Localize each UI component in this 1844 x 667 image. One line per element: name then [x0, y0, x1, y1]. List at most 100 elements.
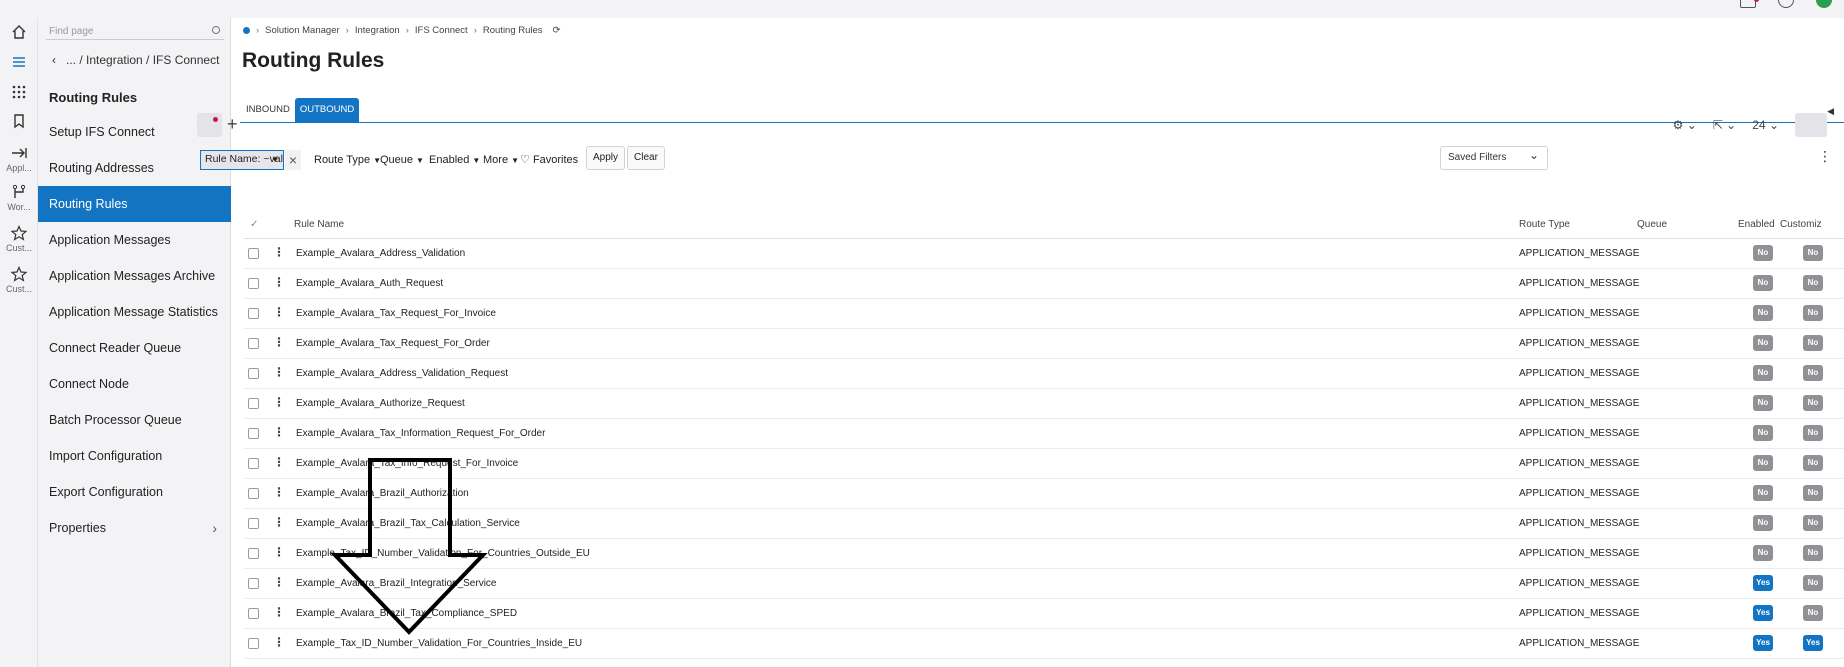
column-header-customized[interactable]: Customiz — [1780, 219, 1822, 230]
menu-icon[interactable] — [0, 54, 38, 70]
sidebar-item-application-message-statistics[interactable]: Application Message Statistics — [38, 294, 231, 330]
sidebar-item-properties[interactable]: Properties › — [38, 510, 231, 546]
rail-item-custom-2[interactable]: Cust... — [0, 266, 38, 294]
sidebar-item-import-configuration[interactable]: Import Configuration — [38, 438, 231, 474]
table-row[interactable]: ⋮ Example_Avalara_Tax_Request_For_Order AP… — [244, 329, 1844, 359]
table-row[interactable]: ⋮ Example_Avalara_Brazil_Authorization APP… — [244, 479, 1844, 509]
close-icon[interactable]: × — [285, 150, 301, 170]
table-row[interactable]: ⋮ Example_Tax_ID_Number_Validation_For_Co… — [244, 539, 1844, 569]
column-header-route-type[interactable]: Route Type — [1519, 219, 1570, 230]
row-menu-icon[interactable]: ⋮ — [273, 245, 285, 259]
rail-item-applications[interactable]: Appl... — [0, 145, 38, 173]
refresh-icon[interactable]: ⟳ — [553, 25, 561, 36]
more-filter[interactable]: More ▼ — [483, 150, 519, 170]
breadcrumb-item[interactable]: Solution Manager — [265, 25, 339, 36]
row-menu-icon[interactable]: ⋮ — [273, 545, 285, 559]
table-row[interactable]: ⋮ Example_Avalara_Address_Validation APPLI… — [244, 239, 1844, 269]
row-menu-icon[interactable]: ⋮ — [273, 425, 285, 439]
breadcrumb-item[interactable]: IFS Connect — [415, 25, 468, 36]
row-checkbox[interactable] — [248, 638, 259, 649]
row-menu-icon[interactable]: ⋮ — [273, 335, 285, 349]
sidebar-item-export-configuration[interactable]: Export Configuration — [38, 474, 231, 510]
table-row[interactable]: ⋮ Example_Avalara_Brazil_Integration_Serv… — [244, 569, 1844, 599]
route-type-cell: APPLICATION_MESSAGE — [1519, 368, 1640, 379]
row-checkbox[interactable] — [248, 488, 259, 499]
bookmark-icon[interactable] — [0, 113, 38, 129]
customized-badge: No — [1803, 485, 1823, 501]
row-checkbox[interactable] — [248, 248, 259, 259]
table-row[interactable]: ⋮ Example_Avalara_Tax_Info_Request_For_In… — [244, 449, 1844, 479]
breadcrumb-item[interactable]: Integration — [355, 25, 400, 36]
customized-badge: No — [1803, 335, 1823, 351]
route-type-filter[interactable]: Route Type ▼ — [314, 150, 381, 170]
table-row[interactable]: ⋮ Example_Avalara_Tax_Request_For_Invoice… — [244, 299, 1844, 329]
column-header-enabled[interactable]: Enabled — [1738, 219, 1775, 230]
table-row[interactable]: ⋮ Example_Avalara_Tax_Information_Request… — [244, 419, 1844, 449]
queue-filter[interactable]: Queue ▼ — [380, 150, 424, 170]
rule-name-filter-chip[interactable]: Rule Name: ~val — [200, 150, 284, 170]
sidebar-item-routing-rules[interactable]: Routing Rules — [38, 186, 231, 222]
sidebar-item-application-messages-archive[interactable]: Application Messages Archive — [38, 258, 231, 294]
apply-button[interactable]: Apply — [586, 146, 626, 170]
table-row[interactable]: ⋮ Example_Tax_ID_Number_Validation_For_Co… — [244, 629, 1844, 659]
row-menu-icon[interactable]: ⋮ — [273, 605, 285, 619]
rail-item-workflow[interactable]: Wor... — [0, 184, 38, 212]
sidebar-item-application-messages[interactable]: Application Messages — [38, 222, 231, 258]
select-all-check-icon[interactable]: ✓ — [250, 219, 258, 230]
row-menu-icon[interactable]: ⋮ — [273, 635, 285, 649]
filter-toggle-button[interactable] — [197, 113, 222, 137]
row-menu-icon[interactable]: ⋮ — [273, 365, 285, 379]
row-menu-icon[interactable]: ⋮ — [273, 305, 285, 319]
more-options-icon[interactable]: ⋮ — [1818, 148, 1832, 165]
back-link[interactable]: ‹ ... / Integration / IFS Connect — [52, 53, 219, 67]
row-menu-icon[interactable]: ⋮ — [273, 485, 285, 499]
row-checkbox[interactable] — [248, 578, 259, 589]
find-page-input[interactable]: Find page — [46, 24, 224, 40]
favorites-filter[interactable]: ♡ Favorites — [520, 150, 578, 170]
row-checkbox[interactable] — [248, 398, 259, 409]
row-checkbox[interactable] — [248, 548, 259, 559]
apps-grid-icon[interactable] — [0, 84, 38, 100]
column-header-queue[interactable]: Queue — [1637, 219, 1667, 230]
rail-item-custom-1[interactable]: Cust... — [0, 225, 38, 253]
table-row[interactable]: ⋮ Example_Avalara_Authorize_Request APPLIC… — [244, 389, 1844, 419]
home-dot-icon[interactable] — [243, 27, 250, 34]
settings-icon[interactable]: ⚙ ⌄ — [1673, 118, 1697, 132]
export-icon[interactable]: ⇱ ⌄ — [1713, 118, 1736, 132]
row-checkbox[interactable] — [248, 428, 259, 439]
row-checkbox[interactable] — [248, 278, 259, 289]
sidebar-item-connect-node[interactable]: Connect Node — [38, 366, 231, 402]
saved-filters-select[interactable]: Saved Filters — [1440, 144, 1548, 170]
add-icon[interactable]: + — [227, 114, 238, 135]
table-row[interactable]: ⋮ Example_Avalara_Brazil_Tax_Compliance_S… — [244, 599, 1844, 629]
row-menu-icon[interactable]: ⋮ — [273, 515, 285, 529]
row-checkbox[interactable] — [248, 458, 259, 469]
row-menu-icon[interactable]: ⋮ — [273, 275, 285, 289]
row-menu-icon[interactable]: ⋮ — [273, 455, 285, 469]
row-menu-icon[interactable]: ⋮ — [273, 575, 285, 589]
table-row[interactable]: ⋮ Example_Avalara_Address_Validation_Requ… — [244, 359, 1844, 389]
view-toggle-button[interactable] — [1795, 113, 1827, 137]
customized-badge: No — [1803, 425, 1823, 441]
home-icon[interactable] — [0, 24, 38, 40]
table-row[interactable]: ⋮ Example_Avalara_Brazil_Tax_Calculation_… — [244, 509, 1844, 539]
collapse-panel-icon[interactable]: ◀ — [1827, 106, 1834, 117]
row-checkbox[interactable] — [248, 608, 259, 619]
page-size-select[interactable]: 24 ⌄ — [1752, 118, 1779, 132]
row-checkbox[interactable] — [248, 338, 259, 349]
help-icon[interactable] — [1778, 0, 1794, 8]
notification-bell-icon[interactable] — [1740, 0, 1759, 8]
column-header-rule-name[interactable]: Rule Name — [294, 219, 344, 230]
row-checkbox[interactable] — [248, 518, 259, 529]
sidebar-item-batch-processor-queue[interactable]: Batch Processor Queue — [38, 402, 231, 438]
clear-button[interactable]: Clear — [627, 146, 665, 170]
table-row[interactable]: ⋮ Example_Avalara_Auth_Request APPLICATION… — [244, 269, 1844, 299]
row-checkbox[interactable] — [248, 368, 259, 379]
row-checkbox[interactable] — [248, 308, 259, 319]
row-menu-icon[interactable]: ⋮ — [273, 395, 285, 409]
breadcrumb: › Solution Manager › Integration › IFS C… — [243, 25, 561, 36]
avatar[interactable] — [1816, 0, 1832, 8]
favorites-label: Favorites — [532, 154, 579, 166]
sidebar-item-connect-reader-queue[interactable]: Connect Reader Queue — [38, 330, 231, 366]
enabled-filter[interactable]: Enabled ▼ — [429, 150, 480, 170]
